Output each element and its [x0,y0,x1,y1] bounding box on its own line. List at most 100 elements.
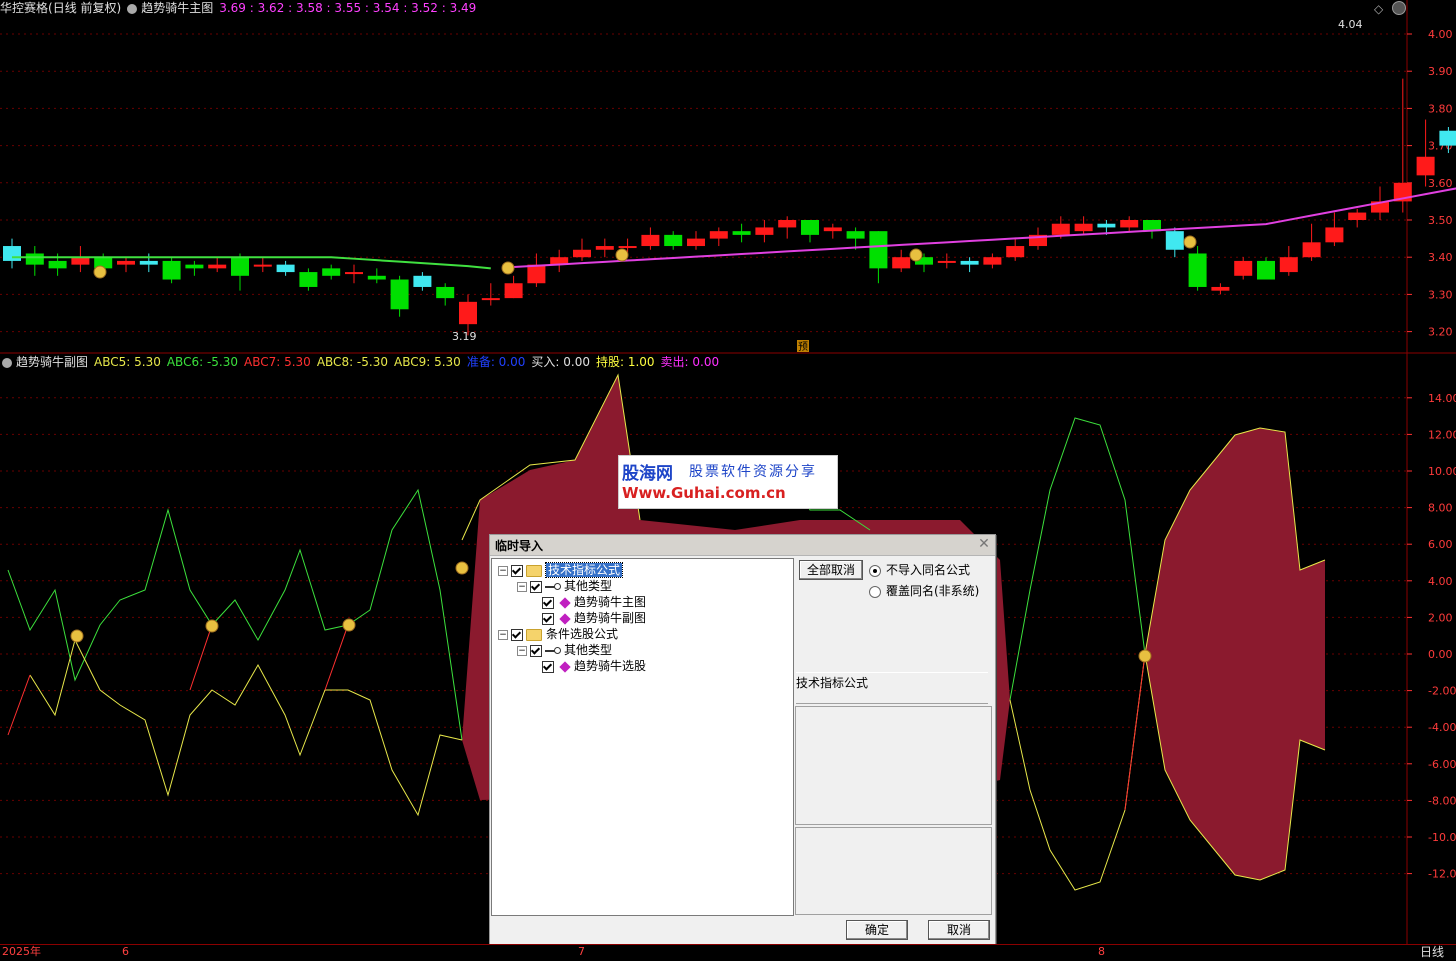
info-label: 技术指标公式 [796,676,869,690]
readout-item: 买入: 0.00 [531,355,590,369]
money-bag-icon [501,261,515,275]
sub-tick-label: -4.00 [1428,721,1456,734]
candle-body [1257,260,1275,280]
money-bag-icon [93,265,107,279]
checkbox[interactable] [530,580,542,593]
candle-body [1325,227,1344,243]
candle-body [892,257,911,269]
readout-item: 持股: 1.00 [595,355,655,369]
cancel-button[interactable]: 取消 [928,920,990,940]
collapse-icon[interactable]: − [517,645,527,656]
checkbox[interactable] [511,564,523,577]
stock-name[interactable]: 华控赛格 [0,1,48,15]
candle-body [117,260,135,265]
formula-tree[interactable]: − 技术指标公式 − 其他类型 趋势骑牛主图 趋势骑牛副图 − 条件选股公式 − 其他类型 趋势骑牛… [491,558,794,916]
readout-item: ABC5: 5.30 [94,355,161,369]
money-bag-icon [342,618,356,632]
settings-circle-icon[interactable] [1392,1,1406,15]
candle-body [527,264,546,284]
formula-gem-icon [559,596,571,609]
sub-tick-label: 8.00 [1428,502,1453,515]
red-oscillator [7,674,31,736]
tree-node[interactable]: − 条件选股公式 [498,626,618,642]
candle-body [801,220,819,235]
candle-body [1416,156,1435,176]
candle-body [869,231,888,269]
checkbox[interactable] [511,628,523,641]
candle-body [778,220,797,228]
option-no-import-same[interactable]: 不导入同名公式 [869,562,970,578]
readout-item: 卖出: 0.00 [660,355,720,369]
collapse-icon[interactable]: − [498,629,508,640]
candle-body [1074,223,1093,232]
candle-body [755,227,774,235]
candle-body [709,231,728,239]
collapse-icon[interactable]: − [498,565,508,576]
description-box [795,706,992,825]
candle-body [1234,260,1253,276]
main-indicator-values: 3.69 : 3.62 : 3.58 : 3.55 : 3.54 : 3.52 … [219,1,477,15]
price-tick-label: 3.40 [1428,251,1453,264]
close-icon[interactable]: ✕ [976,536,992,552]
price-tick-label: 3.20 [1428,326,1453,339]
cancel-all-button[interactable]: 全部取消 [799,560,863,580]
sub-indicator-menu-icon[interactable] [2,357,12,368]
tree-node[interactable]: − 其他类型 [517,578,612,594]
checkbox[interactable] [542,596,554,609]
indicator-menu-icon[interactable] [127,3,138,14]
tree-node-label: 其他类型 [564,579,613,593]
candle-body [504,283,523,299]
diamond-icon[interactable]: ◇ [1374,2,1383,16]
checkbox[interactable] [530,644,542,657]
folder-icon [526,628,542,641]
checkbox[interactable] [542,660,554,673]
main-indicator-name[interactable]: 趋势骑牛主图 [141,1,213,15]
collapse-icon[interactable]: − [517,581,527,592]
green-oscillator [7,488,463,741]
money-bag-icon [455,561,469,575]
tree-node-label: 趋势骑牛副图 [574,611,647,625]
ok-button[interactable]: 确定 [846,920,908,940]
dialog-titlebar[interactable]: 临时导入 ✕ [490,535,995,556]
info-label-box: 技术指标公式 [796,672,988,704]
period-tab[interactable]: 日线 [1420,945,1444,959]
detail-box [795,827,992,915]
sub-tick-label: 12.00 [1428,428,1456,441]
readout-item: ABC9: 5.30 [393,355,461,369]
candle-body [823,227,842,232]
sub-tick-label: 4.00 [1428,575,1453,588]
sub-tick-label: 0.00 [1428,648,1453,661]
candle-body [732,231,751,235]
sub-indicator-name[interactable]: 趋势骑牛副图 [16,355,88,369]
option-overwrite-same[interactable]: 覆盖同名(非系统) [869,583,979,599]
candle-body [664,234,683,247]
candle-body [1302,242,1321,258]
key-icon [545,582,561,592]
tree-node[interactable]: − 其他类型 [517,642,612,658]
readout-item: 准备: 0.00 [466,355,526,369]
tree-node[interactable]: 趋势骑牛选股 [536,658,646,674]
checkbox[interactable] [542,612,554,625]
candle-body [1211,286,1230,291]
tree-node[interactable]: 趋势骑牛主图 [536,594,646,610]
yellow-oscillator [1009,653,1146,891]
candle-body [1279,257,1298,273]
radio-icon[interactable] [869,564,881,577]
money-bag-icon [70,629,84,643]
candle-body [1348,212,1367,220]
sub-chart-header: 趋势骑牛副图 ABC5: 5.30 ABC6: -5.30 ABC7: 5.30 ABC… [0,354,1400,370]
candle-body [481,298,500,301]
date-label: 8 [1098,945,1105,958]
candle-body [322,268,341,276]
sub-indicator-readouts: ABC5: 5.30 ABC6: -5.30 ABC7: 5.30 ABC8: -5.… [94,355,725,369]
radio-icon[interactable] [869,585,881,598]
sub-tick-label: 6.00 [1428,538,1453,551]
candle-body [253,264,272,267]
candle-body [595,246,614,250]
tree-node[interactable]: 趋势骑牛副图 [536,610,646,626]
candle-body [390,279,409,310]
tree-node[interactable]: − 技术指标公式 [498,562,624,578]
money-bag-icon [1138,649,1152,663]
candle-body [1165,231,1184,250]
candle-body [367,275,386,280]
